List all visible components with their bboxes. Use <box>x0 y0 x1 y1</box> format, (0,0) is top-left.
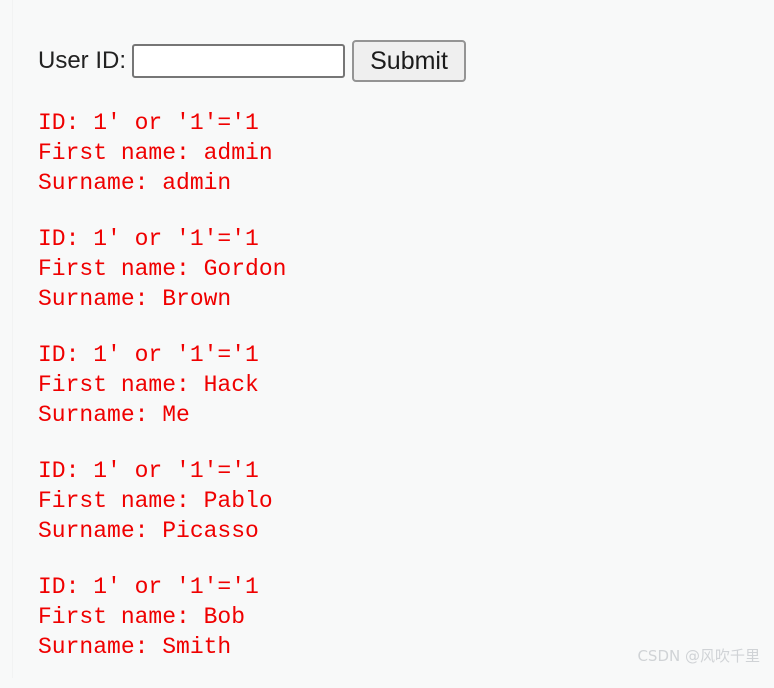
csdn-watermark: CSDN @风吹千里 <box>637 647 760 665</box>
result-id-line: ID: 1' or '1'='1 <box>38 458 259 484</box>
result-block: ID: 1' or '1'='1 First name: Pablo Surna… <box>38 456 738 546</box>
result-id-line: ID: 1' or '1'='1 <box>38 226 259 252</box>
query-results: ID: 1' or '1'='1 First name: admin Surna… <box>38 108 738 688</box>
user-id-form: User ID: Submit <box>38 40 467 82</box>
result-id-line: ID: 1' or '1'='1 <box>38 574 259 600</box>
result-surname-line: Surname: Me <box>38 402 190 428</box>
result-surname-line: Surname: Brown <box>38 286 232 312</box>
result-block: ID: 1' or '1'='1 First name: Bob Surname… <box>38 572 738 662</box>
result-first-name-line: First name: admin <box>38 140 273 166</box>
result-first-name-line: First name: Pablo <box>38 488 273 514</box>
result-block: ID: 1' or '1'='1 First name: Hack Surnam… <box>38 340 738 430</box>
result-block: ID: 1' or '1'='1 First name: Gordon Surn… <box>38 224 738 314</box>
result-id-line: ID: 1' or '1'='1 <box>38 110 259 136</box>
result-first-name-line: First name: Gordon <box>38 256 287 282</box>
result-surname-line: Surname: Smith <box>38 634 232 660</box>
result-block: ID: 1' or '1'='1 First name: admin Surna… <box>38 108 738 198</box>
user-id-input[interactable] <box>132 44 346 78</box>
page-content: User ID: Submit ID: 1' or '1'='1 First n… <box>0 0 774 678</box>
submit-button[interactable]: Submit <box>352 40 467 82</box>
result-surname-line: Surname: Picasso <box>38 518 259 544</box>
result-id-line: ID: 1' or '1'='1 <box>38 342 259 368</box>
result-surname-line: Surname: admin <box>38 170 232 196</box>
user-id-label: User ID: <box>38 47 127 74</box>
result-first-name-line: First name: Hack <box>38 372 259 398</box>
result-first-name-line: First name: Bob <box>38 604 246 630</box>
